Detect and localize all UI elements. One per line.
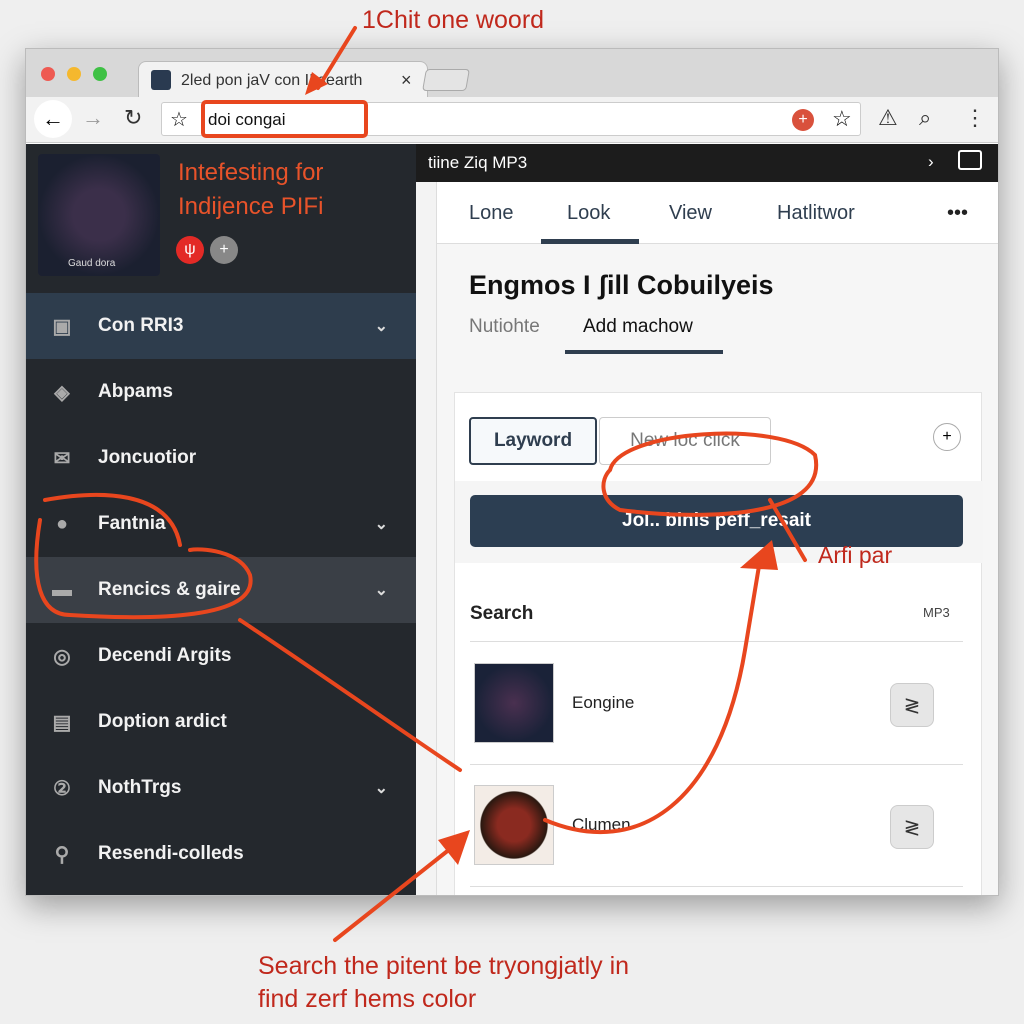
annotation-bottom-line-1: Search the pitent be tryongjatly in [258, 952, 630, 980]
arrow-right-pointer [768, 498, 807, 562]
annotation-overlay [34, 26, 819, 942]
annotation-bottom-line-2: find zerf hems color [258, 985, 477, 1013]
annotation-right: Arfi par [818, 542, 893, 568]
line-to-result [238, 618, 462, 772]
sidebar-circle [34, 492, 253, 620]
arrowhead-bottom [438, 830, 470, 865]
arrowhead-up [740, 540, 778, 570]
annotation-bottom: Search the pitent be tryongjatly in find… [258, 950, 629, 1016]
curve-up-arrow [543, 558, 762, 835]
annotation-top: 1Chit one woord [362, 6, 545, 34]
address-highlight [201, 100, 368, 138]
arrow-top [316, 26, 357, 90]
arrow-bottom [333, 843, 457, 942]
button-circle [601, 431, 819, 517]
